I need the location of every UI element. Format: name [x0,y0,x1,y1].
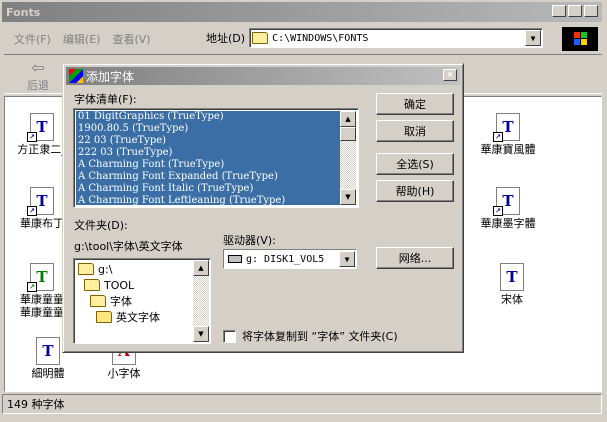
back-label: 后退 [27,79,49,92]
app-icon [69,69,83,83]
drive-value: g: DISK1_VOL5 [246,253,325,265]
maximize-button[interactable]: □ [568,5,582,17]
font-file-item[interactable]: T ↗ 華康寶風體 [473,113,543,156]
truetype-font-icon: T [36,337,60,365]
windows-logo-icon [562,27,598,51]
tree-node-fonts[interactable]: 字体 [90,293,132,309]
font-list-item[interactable]: 01 DigitGraphics (TrueType) [76,111,340,123]
font-list-items: 01 DigitGraphics (TrueType) 1900.80.5 (T… [76,111,340,207]
explorer-title: Fonts [6,5,41,19]
address-input[interactable]: C:\WINDOWS\FONTS ▼ [249,28,544,48]
close-button[interactable]: × [584,5,598,17]
back-button[interactable]: ⇦ 后退 [18,59,58,93]
back-arrow-icon: ⇦ [31,58,45,77]
truetype-font-icon: T ↗ [493,113,520,142]
font-list-item[interactable]: A Charming Font (TrueType) [76,159,340,171]
dialog-title: 添加字体 [86,69,135,84]
scroll-up-icon[interactable]: ▲ [340,111,356,127]
copy-checkbox-label: 将字体复制到 “字体” 文件夹(C) [242,330,398,343]
menu-bar: 文件(F) 编辑(E) 查看(V) [4,26,204,52]
tree-node-label: 英文字体 [116,311,160,324]
status-bar: 149 种字体 [2,394,602,414]
truetype-font-icon: T ↗ [493,187,520,216]
address-bar: 地址(D) C:\WINDOWS\FONTS ▼ [206,28,544,48]
font-list-label: 字体清单(F): [74,93,137,106]
open-folder-icon [90,295,106,307]
tree-node-tool[interactable]: TOOL [84,277,134,293]
dialog-title-bar: 添加字体 × [66,67,460,85]
font-file-item[interactable]: T ↗ 華康墨字體 [473,187,543,230]
menu-view[interactable]: 查看(V) [112,31,150,47]
minimize-button[interactable]: _ [552,5,566,17]
help-button[interactable]: 帮助(H) [376,180,454,202]
font-file-label: 宋体 [501,293,523,306]
ok-button[interactable]: 确定 [376,93,454,115]
folder-path: g:\tool\字体\英文字体 [74,240,183,253]
scroll-down-icon[interactable]: ▼ [193,326,209,342]
open-folder-icon [78,263,94,275]
network-button[interactable]: 网络... [376,247,454,269]
address-label: 地址(D) [206,32,246,45]
address-value: C:\WINDOWS\FONTS [272,32,369,44]
folder-label: 文件夹(D): [74,219,128,232]
checkbox-box[interactable] [223,329,236,343]
font-list-item[interactable]: 1900.80.5 (TrueType) [76,123,340,135]
font-file-label: 細明體 [31,367,65,380]
scroll-down-icon[interactable]: ▼ [340,189,356,205]
font-list-item[interactable]: A Charming Font Italic (TrueType) [76,183,340,195]
menu-file[interactable]: 文件(F) [14,31,51,47]
copy-to-fonts-checkbox[interactable]: 将字体复制到 “字体” 文件夹(C) [223,328,398,344]
folder-tree-scrollbar[interactable]: ▲ ▼ [193,260,209,342]
font-list[interactable]: 01 DigitGraphics (TrueType) 1900.80.5 (T… [73,108,359,208]
tree-node-label: 字体 [110,295,132,308]
font-file-label: 華康墨字體 [480,217,536,230]
tree-node-label: g:\ [98,262,113,276]
font-list-item[interactable]: 22 03 (TrueType) [76,135,340,147]
tree-node-drive[interactable]: g:\ [78,261,112,277]
tree-node-english-fonts[interactable]: 英文字体 [96,309,160,325]
menu-edit[interactable]: 编辑(E) [63,31,101,47]
chevron-down-icon[interactable]: ▼ [525,30,542,46]
truetype-font-icon: T ↗ [27,113,54,142]
status-text: 149 种字体 [7,398,65,411]
folder-icon [252,32,269,44]
drive-select[interactable]: g: DISK1_VOL5 ▼ [223,249,357,269]
cancel-button[interactable]: 取消 [376,120,454,142]
dialog-close-button[interactable]: × [443,69,457,81]
font-list-item[interactable]: A Charming Font Expanded (TrueType) [76,171,340,183]
drive-label: 驱动器(V): [223,234,276,247]
select-all-button[interactable]: 全选(S) [376,153,454,175]
drive-icon [228,255,242,263]
font-list-item[interactable]: A Charming Font Leftleaning (TrueType) [76,195,340,207]
tree-node-label: TOOL [104,278,135,292]
font-file-label: 華康寶風體 [480,143,536,156]
font-file-label: 小字体 [107,367,141,380]
folder-icon [96,311,112,323]
font-list-scrollbar[interactable]: ▲ ▼ [340,111,356,205]
chevron-down-icon[interactable]: ▼ [339,251,355,267]
font-file-item[interactable]: T 宋体 [477,263,547,306]
scroll-thumb[interactable] [340,127,356,141]
truetype-font-icon: T ↗ [27,263,54,292]
add-fonts-dialog: 添加字体 × 字体清单(F): 01 DigitGraphics (TrueTy… [62,63,464,353]
font-list-item[interactable]: 222 03 (TrueType) [76,147,340,159]
scroll-up-icon[interactable]: ▲ [193,260,209,276]
open-folder-icon [84,279,100,291]
truetype-font-icon: T ↗ [27,187,54,216]
explorer-title-bar: Fonts _ □ × [2,2,602,22]
folder-tree[interactable]: g:\ TOOL 字体 英文字体 ▲ ▼ [73,258,211,344]
truetype-font-icon: T [500,263,524,291]
